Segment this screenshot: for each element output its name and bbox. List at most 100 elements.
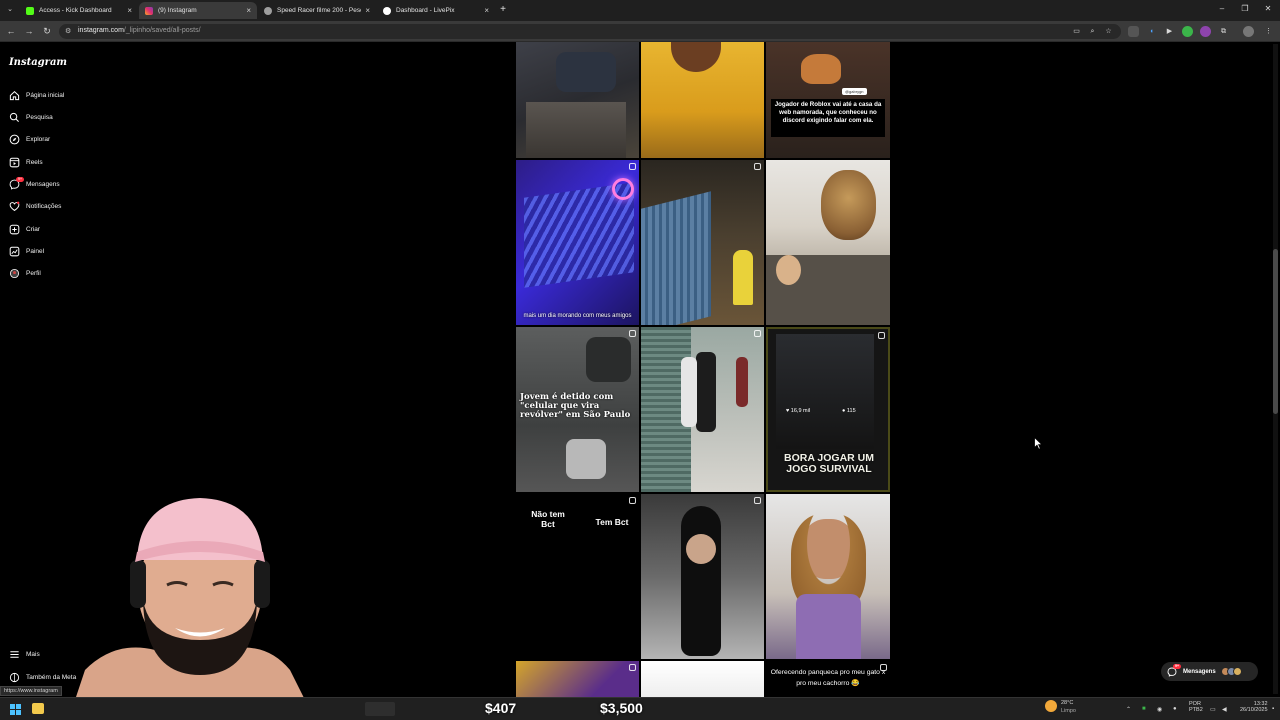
- site-info-icon[interactable]: ⚙: [65, 27, 71, 35]
- nav-item-search[interactable]: Pesquisa: [9, 110, 53, 124]
- page-scrollbar[interactable]: [1273, 44, 1278, 694]
- weather-desc[interactable]: Limpo: [1061, 708, 1076, 714]
- profile-avatar-icon[interactable]: [1243, 26, 1254, 37]
- messages-floating-button[interactable]: 9+ Mensagens: [1161, 662, 1258, 681]
- taskbar-app-thumbnail[interactable]: [365, 702, 395, 716]
- tab-livepix[interactable]: Dashboard - LivePix ×: [377, 2, 495, 19]
- address-bar[interactable]: ⚙ instagram.com/_lipinho/saved/all-posts…: [59, 24, 1121, 39]
- weather-sun-icon[interactable]: [1045, 700, 1057, 712]
- tray-app-icon[interactable]: ■: [1142, 706, 1146, 712]
- nav-label: Notificações: [26, 202, 62, 210]
- menu-kebab-icon[interactable]: ⋮: [1263, 26, 1274, 37]
- nav-item-explore[interactable]: Explorar: [9, 132, 50, 146]
- kick-icon: [26, 6, 34, 15]
- google-icon: [264, 6, 272, 15]
- post-tile[interactable]: [641, 327, 764, 492]
- clock[interactable]: 13:32 26/10/2025: [1240, 701, 1268, 713]
- post-tile[interactable]: Não tem Bct Tem Bct: [516, 494, 639, 659]
- back-arrow-icon[interactable]: ←: [5, 25, 17, 37]
- post-caption: Jogador de Roblox vai até a casa da web …: [774, 101, 882, 124]
- forward-arrow-icon[interactable]: →: [23, 25, 35, 37]
- donation-amount-2: $3,500: [600, 700, 643, 716]
- post-tile[interactable]: [766, 160, 890, 325]
- restore-icon[interactable]: ❐: [1239, 4, 1251, 13]
- extension-purple-icon[interactable]: [1200, 26, 1211, 37]
- file-explorer-icon[interactable]: [32, 703, 44, 714]
- nav-item-reels[interactable]: Reels: [9, 155, 43, 169]
- messenger-icon: 9+: [9, 176, 24, 190]
- nav-item-create[interactable]: Criar: [9, 222, 40, 236]
- nav-label: Reels: [26, 158, 43, 166]
- cast-icon[interactable]: ▭: [1071, 26, 1082, 37]
- post-tile[interactable]: [641, 42, 764, 158]
- post-tile[interactable]: [766, 494, 890, 659]
- nav-item-notifications[interactable]: Notificações: [9, 199, 61, 213]
- nav-label: Explorar: [26, 135, 51, 143]
- scrollbar-thumb[interactable]: [1273, 249, 1278, 414]
- extension-green-icon[interactable]: [1182, 26, 1193, 37]
- keyboard-layout: PTB2: [1189, 707, 1203, 713]
- post-person: [696, 352, 716, 432]
- tab-instagram[interactable]: (9) Instagram ×: [139, 2, 257, 19]
- post-outfit: [796, 594, 861, 659]
- meta-icon: [9, 672, 20, 683]
- close-icon[interactable]: ×: [246, 6, 251, 15]
- reel-icon: [878, 332, 885, 339]
- volume-icon[interactable]: ◀: [1222, 706, 1227, 713]
- post-person: [736, 357, 748, 407]
- tray-app-icon[interactable]: ◉: [1157, 706, 1162, 713]
- nav-label: Mais: [26, 650, 40, 658]
- notifications-bell-icon[interactable]: ▪: [1272, 706, 1274, 712]
- extensions-puzzle-icon[interactable]: ⧉: [1218, 26, 1229, 37]
- post-back: [686, 534, 716, 564]
- new-tab-button[interactable]: +: [497, 4, 509, 16]
- extension-play-icon[interactable]: ▶: [1164, 26, 1175, 37]
- close-icon[interactable]: ×: [127, 6, 132, 15]
- avatar: [1232, 667, 1242, 676]
- close-window-icon[interactable]: ✕: [1262, 4, 1274, 13]
- nav-item-profile[interactable]: Perfil: [9, 266, 41, 280]
- post-caption: Jovem é detido com "celular que vira rev…: [520, 392, 631, 420]
- nav-item-also-from-meta[interactable]: Também da Meta: [9, 670, 76, 684]
- post-tile[interactable]: Oferecendo panqueca pro meu gato x pro m…: [766, 661, 890, 697]
- network-icon[interactable]: ▭: [1210, 706, 1216, 713]
- post-tile[interactable]: mais um dia morando com meus amigos: [516, 160, 639, 325]
- extension-audio-icon[interactable]: ◖: [1146, 26, 1157, 37]
- post-tile[interactable]: ♥ 16,9 mil ● 115 BORA JOGAR UM JOGO SURV…: [766, 327, 890, 492]
- language-indicator[interactable]: POR PTB2: [1189, 701, 1203, 713]
- nav-item-dashboard[interactable]: Painel: [9, 244, 44, 258]
- extension-shield-icon[interactable]: [1128, 26, 1139, 37]
- close-icon[interactable]: ×: [484, 6, 489, 15]
- post-tile[interactable]: [641, 160, 764, 325]
- post-tile[interactable]: Jovem é detido com "celular que vira rev…: [516, 327, 639, 492]
- nav-item-more[interactable]: Mais: [9, 647, 40, 661]
- instagram-logo[interactable]: Instagram: [9, 57, 67, 68]
- tab-google-search[interactable]: Speed Racer filme 200 - Pesqui ×: [258, 2, 376, 19]
- post-tile[interactable]: [641, 494, 764, 659]
- post-face: [671, 42, 721, 72]
- bookmark-star-icon[interactable]: ☆: [1103, 26, 1114, 37]
- tab-title: Dashboard - LivePix: [396, 7, 455, 14]
- reels-icon: [9, 157, 20, 168]
- messages-avatars: [1220, 667, 1242, 676]
- post-tile[interactable]: [641, 661, 764, 697]
- microphone-icon[interactable]: ●: [1173, 706, 1177, 712]
- instagram-icon: [145, 6, 153, 15]
- zoom-icon[interactable]: ⌕: [1087, 26, 1098, 37]
- post-person: [776, 255, 801, 285]
- minimize-icon[interactable]: –: [1216, 4, 1228, 13]
- nav-item-messages[interactable]: 9+ Mensagens: [9, 176, 60, 191]
- tab-search-chevron-icon[interactable]: ⌄: [4, 4, 16, 16]
- nav-item-home[interactable]: Página inicial: [9, 88, 64, 102]
- post-tile[interactable]: [516, 661, 639, 697]
- reel-icon: [754, 497, 761, 504]
- nav-label: Também da Meta: [26, 673, 77, 681]
- close-icon[interactable]: ×: [365, 6, 370, 15]
- post-tile[interactable]: [516, 42, 639, 158]
- weather-temp[interactable]: 28°C: [1061, 700, 1073, 706]
- tab-kick-dashboard[interactable]: Access - Kick Dashboard ×: [20, 2, 138, 19]
- windows-start-icon[interactable]: [10, 704, 21, 715]
- tray-chevron-up-icon[interactable]: ⌃: [1126, 706, 1131, 713]
- reload-icon[interactable]: ↻: [41, 25, 53, 37]
- post-tile[interactable]: @gabrygn Jogador de Roblox vai até a cas…: [766, 42, 890, 158]
